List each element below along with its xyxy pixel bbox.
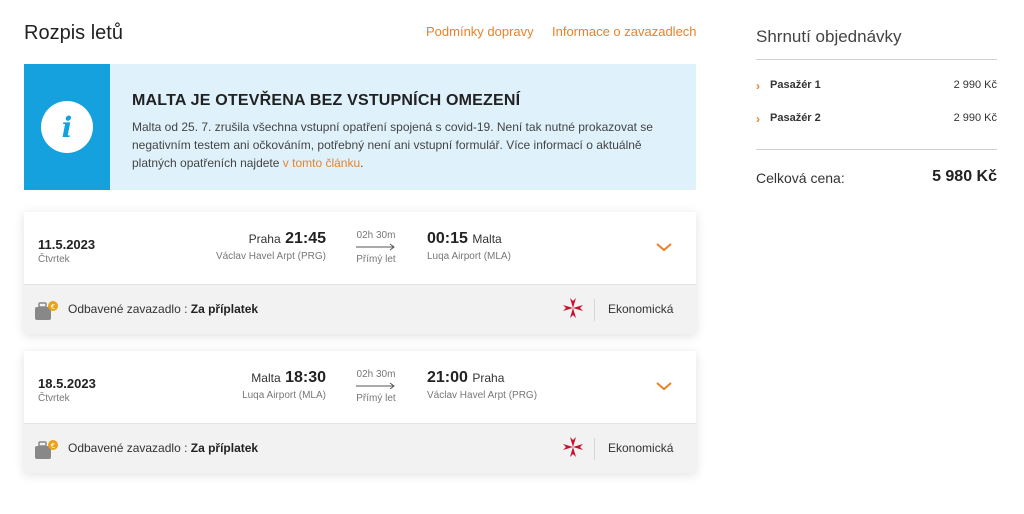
arrival-time: 00:15 <box>427 230 468 247</box>
flight-details-row: € Odbavené zavazadlo : Za příplatek Ekon… <box>24 423 696 473</box>
arrival-airport: Václav Havel Arpt (PRG) <box>427 390 538 401</box>
passenger-price: 2 990 Kč <box>953 79 997 91</box>
banner-heading: MALTA JE OTEVŘENA BEZ VSTUPNÍCH OMEZENÍ <box>132 92 521 109</box>
transport-conditions-link[interactable]: Podmínky dopravy <box>426 24 534 39</box>
banner-icon-area: i <box>24 64 110 190</box>
arrow-right-icon <box>356 243 395 251</box>
flight-day: Čtvrtek <box>38 254 70 265</box>
cabin-class: Ekonomická <box>608 302 674 316</box>
divider <box>594 299 595 321</box>
airline-logo-icon <box>563 298 583 318</box>
baggage-info-link[interactable]: Informace o zavazadlech <box>552 24 697 39</box>
flight-card-outbound: 11.5.2023 Čtvrtek Praha 21:45 Václav Hav… <box>24 212 696 334</box>
passenger-label: Pasažér 2 <box>770 112 821 124</box>
arrival-info: 00:15 Malta Luqa Airport (MLA) <box>427 230 511 262</box>
total-price-label: Celková cena: <box>756 170 845 186</box>
flight-duration: 02h 30m <box>356 369 396 380</box>
baggage-value: Za příplatek <box>190 302 259 316</box>
departure-time: 21:45 <box>285 230 326 247</box>
divider <box>756 149 997 150</box>
baggage-fee-icon: € <box>35 440 58 459</box>
flight-duration-block: 02h 30m Přímý let <box>354 369 398 404</box>
flight-summary-row[interactable]: 11.5.2023 Čtvrtek Praha 21:45 Václav Hav… <box>24 212 696 284</box>
flight-date: 18.5.2023 <box>38 376 96 391</box>
airline-logo-icon <box>563 437 583 457</box>
flight-card-return: 18.5.2023 Čtvrtek Malta 18:30 Luqa Airpo… <box>24 351 696 473</box>
banner-body-text: Malta od 25. 7. zrušila všechna vstupní … <box>132 120 653 170</box>
flight-stops: Přímý let <box>356 393 396 404</box>
flight-duration-block: 02h 30m Přímý let <box>354 230 398 265</box>
baggage-value: Za příplatek <box>190 441 259 455</box>
arrival-time: 21:00 <box>427 369 468 386</box>
flight-summary-row[interactable]: 18.5.2023 Čtvrtek Malta 18:30 Luqa Airpo… <box>24 351 696 423</box>
info-icon: i <box>41 101 93 153</box>
passenger-price: 2 990 Kč <box>953 112 997 124</box>
arrival-info: 21:00 Praha Václav Havel Arpt (PRG) <box>427 369 537 401</box>
flight-duration: 02h 30m <box>356 230 396 241</box>
svg-text:€: € <box>51 442 55 450</box>
cabin-class: Ekonomická <box>608 441 674 455</box>
banner-content: MALTA JE OTEVŘENA BEZ VSTUPNÍCH OMEZENÍ … <box>110 64 670 190</box>
departure-info: Malta 18:30 Luqa Airport (MLA) <box>242 369 326 401</box>
order-summary-title: Shrnutí objednávky <box>756 27 902 46</box>
chevron-right-icon: › <box>756 112 760 126</box>
arrival-city: Praha <box>472 371 505 385</box>
divider <box>594 438 595 460</box>
flight-details-row: € Odbavené zavazadlo : Za příplatek Ekon… <box>24 284 696 334</box>
arrow-right-icon <box>356 382 395 390</box>
departure-city: Praha <box>248 232 281 246</box>
departure-info: Praha 21:45 Václav Havel Arpt (PRG) <box>216 230 326 262</box>
baggage-label: Odbavené zavazadlo : <box>68 302 191 316</box>
departure-airport: Luqa Airport (MLA) <box>242 390 326 401</box>
svg-text:€: € <box>51 303 55 311</box>
baggage-info: Odbavené zavazadlo : Za příplatek <box>68 302 258 316</box>
departure-city: Malta <box>251 371 281 385</box>
arrival-airport: Luqa Airport (MLA) <box>427 251 511 262</box>
flight-day: Čtvrtek <box>38 393 70 404</box>
page-title: Rozpis letů <box>24 22 123 44</box>
info-banner: i MALTA JE OTEVŘENA BEZ VSTUPNÍCH OMEZEN… <box>24 64 696 190</box>
passenger-label: Pasažér 1 <box>770 79 821 91</box>
baggage-info: Odbavené zavazadlo : Za příplatek <box>68 441 258 455</box>
baggage-label: Odbavené zavazadlo : <box>68 441 191 455</box>
divider <box>756 59 997 60</box>
flight-stops: Přímý let <box>356 254 396 265</box>
flight-date: 11.5.2023 <box>38 237 96 252</box>
baggage-fee-icon: € <box>35 301 58 320</box>
article-link[interactable]: v tomto článku <box>283 156 360 170</box>
banner-body-end: . <box>360 156 364 170</box>
chevron-down-icon[interactable] <box>654 379 674 393</box>
departure-time: 18:30 <box>285 369 326 386</box>
banner-body: Malta od 25. 7. zrušila všechna vstupní … <box>132 118 670 172</box>
arrival-city: Malta <box>472 232 502 246</box>
chevron-down-icon[interactable] <box>654 240 674 254</box>
chevron-right-icon: › <box>756 79 760 93</box>
departure-airport: Václav Havel Arpt (PRG) <box>215 251 326 262</box>
total-price-value: 5 980 Kč <box>932 168 997 185</box>
